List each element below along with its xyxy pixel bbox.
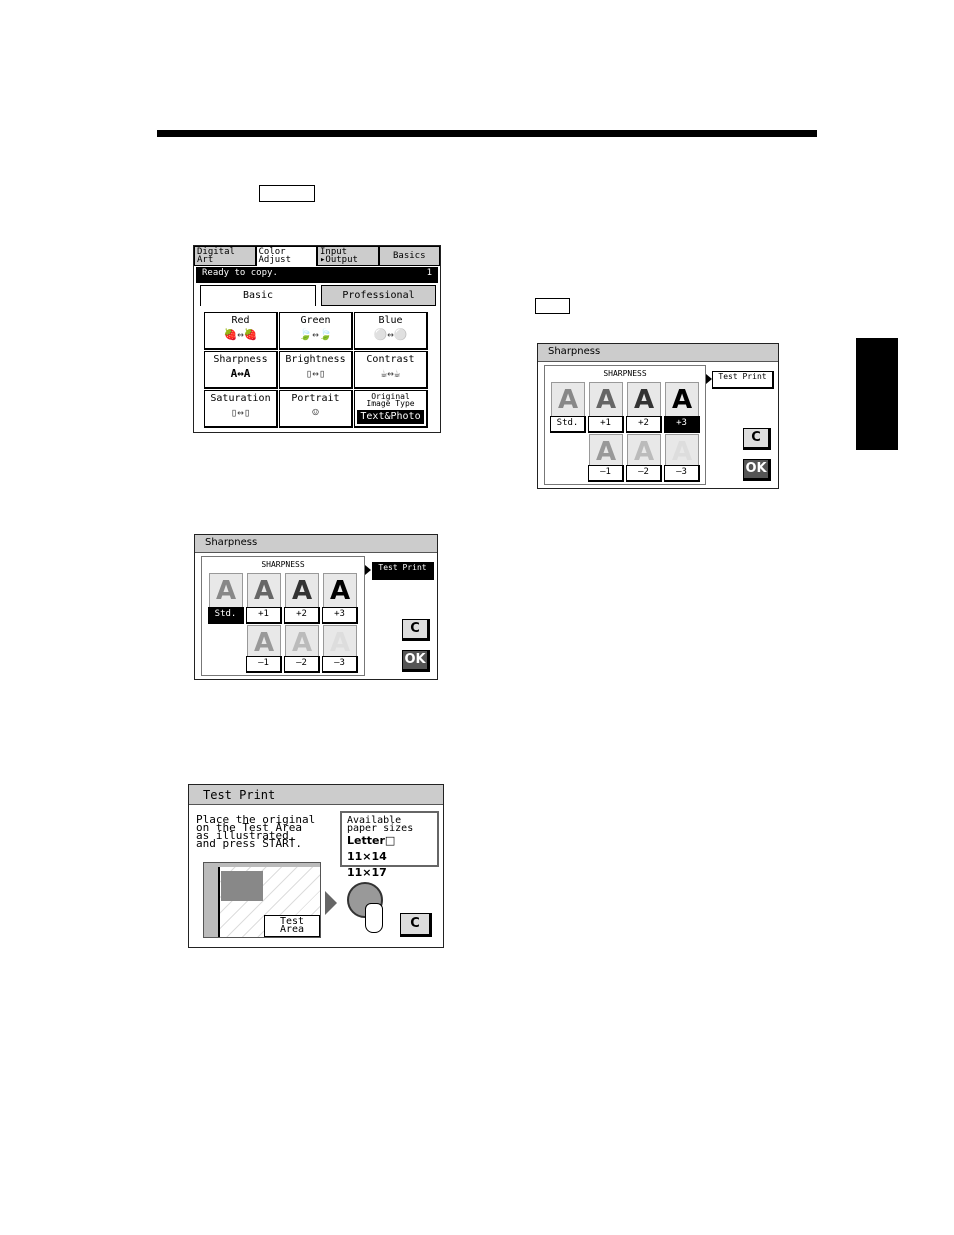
level-minus2[interactable]: –2	[284, 656, 320, 673]
level-plus1[interactable]: +1	[246, 607, 282, 624]
level-plus2[interactable]: +2	[626, 416, 662, 433]
brightness-button[interactable]: Brightness ▯↔▯	[279, 351, 353, 389]
page-title: Sharpness	[538, 344, 778, 362]
blue-label: Blue	[378, 315, 403, 326]
sample-plus1: A	[247, 573, 281, 609]
sample-plus3: A	[323, 573, 357, 609]
level-std[interactable]: Std.	[550, 416, 586, 433]
level-minus3[interactable]: –3	[664, 465, 700, 482]
sharpness-heading: SHARPNESS	[261, 560, 305, 569]
sample-plus2: A	[285, 573, 319, 609]
red-button[interactable]: Red 🍓↔🍓	[204, 312, 278, 350]
letter-a-icon: A↔A	[230, 367, 251, 380]
sharpness-screen-std: Sharpness SHARPNESS A A A A Std. +1 +2 +…	[194, 534, 438, 680]
contrast-label: Contrast	[366, 354, 415, 365]
level-plus3[interactable]: +3	[664, 416, 700, 433]
clear-button[interactable]: C	[400, 913, 432, 937]
subtab-basic[interactable]: Basic	[200, 285, 316, 306]
brightness-label: Brightness	[285, 354, 346, 365]
test-print-screen: Test Print Place the original on the Tes…	[188, 784, 444, 948]
brightness-icon: ▯↔▯	[305, 367, 326, 380]
color-adjust-basic-screen: Digital Art Color Adjust Input ▸Output B…	[193, 245, 441, 433]
copy-count: 1	[426, 268, 432, 278]
portrait-button[interactable]: Portrait ☺	[279, 390, 353, 428]
ok-button[interactable]: OK	[402, 650, 430, 672]
key-box-1	[259, 185, 315, 202]
saturation-button[interactable]: Saturation ▯↔▯	[204, 390, 278, 428]
test-print-button[interactable]: Test Print	[372, 562, 434, 580]
test-area-text: Area	[279, 924, 305, 935]
paper-size: Letter□ 11×14	[347, 834, 396, 863]
status-text: Ready to copy.	[202, 268, 278, 278]
mug-icon: ☕↔☕	[380, 367, 401, 380]
status-bar: Ready to copy. 1	[196, 267, 438, 283]
sharpness-selector: SHARPNESS A A A A Std. +1 +2 +3 A A A –1…	[201, 556, 365, 676]
sharpness-heading: SHARPNESS	[603, 369, 647, 378]
test-area-label: Test Area	[264, 915, 320, 937]
saturation-label: Saturation	[210, 393, 271, 404]
ok-button[interactable]: OK	[743, 459, 771, 481]
paper-size: 11×17	[347, 866, 387, 879]
green-button[interactable]: Green 🍃↔🍃	[279, 312, 353, 350]
page-title: Sharpness	[195, 535, 437, 553]
tab-color-adjust[interactable]: Color Adjust	[255, 246, 317, 266]
strawberry-icon: 🍓↔🍓	[223, 328, 258, 341]
sample-plus2: A	[627, 382, 661, 418]
available-sizes-box: Available paper sizes Letter□ 11×14 11×1…	[340, 811, 439, 879]
level-plus2[interactable]: +2	[284, 607, 320, 624]
leaf-icon: 🍃↔🍃	[298, 328, 333, 341]
blue-button[interactable]: Blue ⚪↔⚪	[354, 312, 428, 350]
sample-std: A	[551, 382, 585, 418]
subtab-professional[interactable]: Professional	[321, 285, 436, 306]
instruction-line: and press START.	[196, 837, 302, 850]
saturation-icon: ▯↔▯	[230, 406, 251, 419]
arrow-right-icon	[365, 565, 371, 575]
level-minus3[interactable]: –3	[322, 656, 358, 673]
tab-digital-art[interactable]: Digital Art	[194, 246, 256, 266]
level-plus3[interactable]: +3	[322, 607, 358, 624]
green-label: Green	[300, 315, 331, 326]
clear-button[interactable]: C	[402, 619, 430, 641]
arrow-right-icon	[325, 891, 337, 915]
sample-plus1: A	[589, 382, 623, 418]
image-type-value: Text&Photo	[357, 410, 424, 424]
platen-illustration: Test Area	[203, 862, 321, 938]
original-image-type-button[interactable]: Original Image Type Text&Photo	[354, 390, 428, 428]
level-minus1[interactable]: –1	[588, 465, 624, 482]
sample-plus3: A	[665, 382, 699, 418]
original-image-type-label: Original Image Type	[366, 392, 415, 408]
sharpness-button[interactable]: Sharpness A↔A	[204, 351, 278, 389]
contrast-button[interactable]: Contrast ☕↔☕	[354, 351, 428, 389]
avail-title: paper sizes	[347, 823, 414, 834]
top-rule	[157, 130, 817, 137]
portrait-label: Portrait	[291, 393, 340, 404]
top-tab-row: Digital Art Color Adjust Input ▸Output B…	[194, 246, 440, 266]
sharpness-label: Sharpness	[213, 354, 268, 365]
red-label: Red	[231, 315, 250, 326]
sharpness-selector: SHARPNESS A A A A Std. +1 +2 +3 A A A –1…	[544, 365, 706, 485]
face-icon: ☺	[312, 406, 319, 419]
sphere-icon: ⚪↔⚪	[373, 328, 408, 341]
test-area-mark	[221, 871, 263, 901]
clear-button[interactable]: C	[743, 428, 771, 450]
instructions: Place the original on the Test Area as i…	[196, 814, 315, 850]
pointing-hand-icon	[365, 903, 383, 933]
sample-std: A	[209, 573, 243, 609]
adjust-grid: Red 🍓↔🍓 Green 🍃↔🍃 Blue ⚪↔⚪ Sharpness A↔A Bri…	[204, 312, 430, 428]
tab-input-output[interactable]: Input ▸Output	[317, 246, 379, 266]
level-plus1[interactable]: +1	[588, 416, 624, 433]
page-title: Test Print	[189, 785, 443, 805]
sharpness-screen-plus3: Sharpness SHARPNESS A A A A Std. +1 +2 +…	[537, 343, 779, 489]
section-thumb-tab	[856, 338, 898, 450]
test-print-button[interactable]: Test Print	[712, 371, 774, 389]
tab-basics[interactable]: Basics	[378, 246, 440, 266]
level-minus2[interactable]: –2	[626, 465, 662, 482]
level-minus1[interactable]: –1	[246, 656, 282, 673]
key-box-2	[535, 298, 570, 314]
level-std[interactable]: Std.	[208, 607, 244, 624]
